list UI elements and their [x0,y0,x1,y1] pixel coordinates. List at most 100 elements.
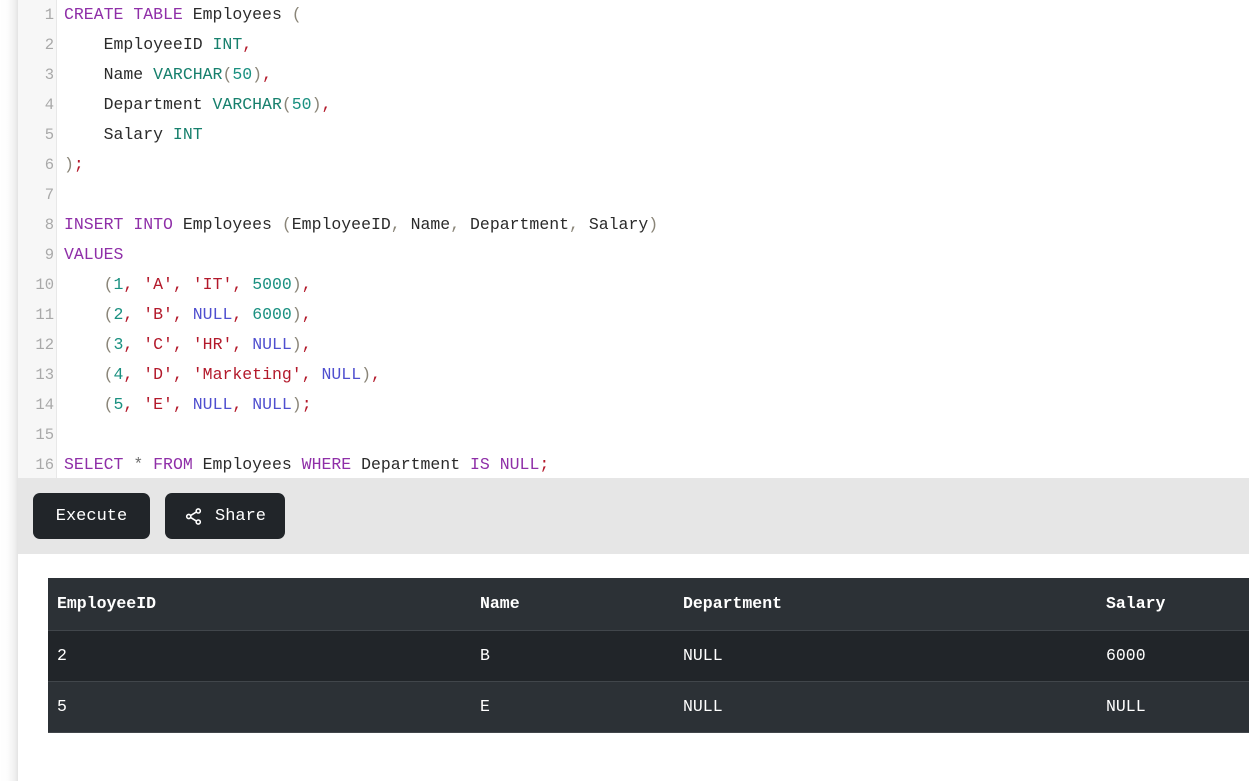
code-token: VARCHAR [212,95,282,114]
code-token: ( [103,365,114,384]
code-token: , [172,335,183,354]
editor-line[interactable]: 12 (3, 'C', 'HR', NULL), [18,330,1249,360]
code-token: , [242,35,253,54]
line-code: ); [64,150,84,180]
results-table-body: 2 B NULL 6000 5 E NULL NULL [48,630,1249,733]
line-number: 11 [35,306,54,324]
code-token: NULL [321,365,362,384]
editor-line[interactable]: 16 SELECT * FROM Employees WHERE Departme… [18,450,1249,478]
editor-line[interactable]: 9 VALUES [18,240,1249,270]
code-token: , [172,395,183,414]
code-token: NULL [499,455,540,474]
code-token: Employees [172,215,282,234]
results-table-cell: NULL [1097,681,1249,733]
code-token: , [569,215,579,234]
code-token: , [232,335,243,354]
editor-line[interactable]: 13 (4, 'D', 'Marketing', NULL), [18,360,1249,390]
code-token: NULL [252,395,292,414]
code-token: ) [291,305,302,324]
code-token: ( [281,95,292,114]
code-token: , [172,275,183,294]
code-token: ; [539,455,550,474]
code-token: 50 [232,65,253,84]
editor-line[interactable]: 4 Department VARCHAR(50), [18,90,1249,120]
code-token: , [301,305,312,324]
code-token: Department [460,215,570,234]
line-code: Salary INT [64,120,203,150]
code-token: , [390,215,401,234]
results-table-cell: E [471,681,674,733]
results-table-cell: 2 [48,630,471,682]
code-token: 5 [113,395,124,414]
editor-line[interactable]: 5 Salary INT [18,120,1249,150]
code-token: , [123,395,134,414]
sql-code-editor[interactable]: 1 CREATE TABLE Employees (2 EmployeeID IN… [18,0,1249,478]
code-token: , [123,335,134,354]
code-token: 'E' [143,395,173,414]
results-header-row: EmployeeID Name Department Salary [48,578,1249,631]
code-token: 4 [113,365,124,384]
code-token: Name [400,215,451,234]
line-number: 8 [44,216,54,234]
editor-line[interactable]: 15 [18,420,1249,450]
editor-code-lines[interactable]: 1 CREATE TABLE Employees (2 EmployeeID IN… [18,0,1249,478]
code-token: , [172,305,183,324]
code-token: ; [73,155,84,174]
line-number: 2 [44,36,54,54]
line-number: 10 [35,276,54,294]
code-token: Salary [64,125,173,144]
code-token: INSERT [64,215,124,234]
code-token: 'D' [143,365,173,384]
code-token: VALUES [64,245,124,264]
code-token: WHERE [301,455,352,474]
editor-line[interactable]: 7 [18,180,1249,210]
code-token: 'C' [143,335,173,354]
results-table-row: 2 B NULL 6000 [48,630,1249,682]
code-token: , [321,95,332,114]
editor-line[interactable]: 11 (2, 'B', NULL, 6000), [18,300,1249,330]
code-token: EmployeeID [64,35,213,54]
results-table-cell: NULL [674,681,1097,733]
code-token: INTO [133,215,173,234]
share-button[interactable]: Share [165,493,286,539]
code-token: ) [291,395,302,414]
line-code: EmployeeID INT, [64,30,253,60]
editor-line[interactable]: 1 CREATE TABLE Employees ( [18,0,1249,30]
editor-line[interactable]: 14 (5, 'E', NULL, NULL); [18,390,1249,420]
line-code: (1, 'A', 'IT', 5000), [64,270,312,300]
results-table-head: EmployeeID Name Department Salary [48,578,1249,631]
code-token: 50 [291,95,312,114]
code-token: 1 [113,275,124,294]
results-table-row: 5 E NULL NULL [48,681,1249,733]
editor-line[interactable]: 10 (1, 'A', 'IT', 5000), [18,270,1249,300]
code-token: 3 [113,335,124,354]
results-table-cell: NULL [674,630,1097,682]
code-token: ( [103,395,114,414]
editor-line[interactable]: 3 Name VARCHAR(50), [18,60,1249,90]
execute-button[interactable]: Execute [33,493,150,539]
results-column-header: Salary [1097,578,1249,631]
editor-line[interactable]: 2 EmployeeID INT, [18,30,1249,60]
line-number: 16 [35,456,54,474]
line-number: 6 [44,156,54,174]
code-token: Department [64,95,213,114]
line-code: Name VARCHAR(50), [64,60,272,90]
editor-line[interactable]: 8 INSERT INTO Employees (EmployeeID, Name… [18,210,1249,240]
code-token: 'B' [143,305,173,324]
editor-line[interactable]: 6); [18,150,1249,180]
code-token: ) [361,365,372,384]
share-button-label: Share [215,506,267,526]
code-token: Employees [182,5,292,24]
line-number: 5 [44,126,54,144]
